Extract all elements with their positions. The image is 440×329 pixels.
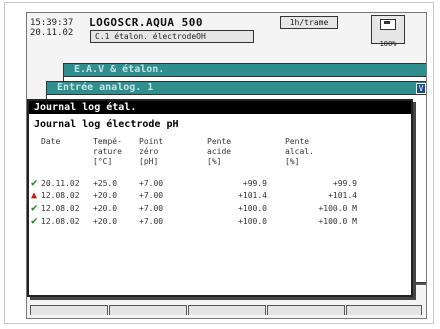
window-title: E.A.V & étalon. [74,64,165,75]
rate-indicator: 1h/trame [280,16,338,29]
device-frame: 15:39:37 20.11.02 LOGOSCR.AQUA 500 1h/tr… [4,2,434,324]
warning-triangle-icon: ▲ [31,190,38,201]
window-title: Entrée analog. 1 [57,82,154,93]
table-row[interactable]: ✔ 12.08.02 +20.0 +7.00 +100.0 +100.0 M [31,202,357,215]
column-header-zero-point: Point zéro [pH] [139,137,164,166]
cell-temperature: +20.0 [93,191,118,200]
cell-date: 20.11.02 [41,178,80,188]
window-journal-log[interactable]: Journal log étal. Journal log électrode … [27,99,413,297]
softkey-3[interactable] [188,305,266,315]
memory-indicator: 100% [371,15,405,48]
cell-date: 12.08.02 [41,216,80,226]
check-icon: ✔ [31,176,38,189]
cell-acid-slope: +101.4 [238,191,267,200]
memory-percent: 100% [379,40,397,48]
floppy-disk-icon [380,19,396,30]
cell-zero-point: +7.00 [139,203,164,213]
softkey-2[interactable] [109,305,187,315]
column-header-alcal-slope: Pente alcal. [%] [285,137,314,166]
cell-alcal-slope: +100.0 M [318,203,357,213]
softkey-bar [30,305,422,315]
column-header-status [31,137,41,177]
log-heading: Journal log électrode pH [34,119,179,130]
table-row[interactable]: ✔ 20.11.02 +25.0 +7.00 +99.9 +99.9 [31,177,357,190]
column-header-acid-slope: Pente acide [%] [207,137,232,166]
cell-zero-point: +7.00 [139,178,164,188]
cell-date: 12.08.02 [41,203,80,213]
softkey-5[interactable] [346,305,422,315]
cell-alcal-slope: +99.9 [332,178,357,188]
cell-temperature: +20.0 [93,203,118,213]
cell-acid-slope: +100.0 [238,216,267,226]
cell-temperature: +25.0 [93,178,118,188]
date-text: 20.11.02 [30,28,74,38]
cell-date: 12.08.02 [41,191,80,200]
column-header-temperature: Tempé- rature [°C] [93,137,122,166]
table-row[interactable]: ▲ 12.08.02 +20.0 +7.00 +101.4 +101.4 [31,190,357,202]
scroll-marker-icon[interactable]: V [416,83,426,94]
cell-zero-point: +7.00 [139,191,164,200]
check-icon: ✔ [31,214,38,227]
cell-zero-point: +7.00 [139,216,164,226]
window-titlebar: E.A.V & étalon. [64,64,426,77]
cell-acid-slope: +100.0 [238,203,267,213]
cell-alcal-slope: +100.0 M [318,216,357,226]
softkey-4[interactable] [267,305,345,315]
window-title: Journal log étal. [29,101,411,114]
time-text: 15:39:37 [30,18,74,28]
app-title: LOGOSCR.AQUA 500 [89,16,203,29]
clock: 15:39:37 20.11.02 [30,18,73,38]
calibration-log-table: Date Tempé- rature [°C] Point zéro [pH] … [31,137,357,228]
table-header-row: Date Tempé- rature [°C] Point zéro [pH] … [31,137,357,177]
table-row[interactable]: ✔ 12.08.02 +20.0 +7.00 +100.0 +100.0 M [31,215,357,228]
screen-subtitle: C.1 étalon. électrodeOH [90,30,254,43]
cell-temperature: +20.0 [93,216,118,226]
cell-acid-slope: +99.9 [242,178,267,188]
column-header-date: Date [41,137,61,146]
display-screen: 15:39:37 20.11.02 LOGOSCR.AQUA 500 1h/tr… [26,12,427,319]
softkey-1[interactable] [30,305,108,315]
window-titlebar: Entrée analog. 1 V [47,82,426,95]
cell-alcal-slope: +101.4 [328,191,357,200]
check-icon: ✔ [31,201,38,214]
